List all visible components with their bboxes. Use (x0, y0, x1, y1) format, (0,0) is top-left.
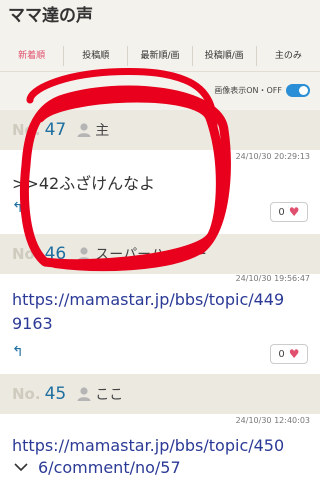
chevron-down-icon[interactable] (14, 462, 28, 472)
app-header: ママ達の声 (0, 0, 320, 36)
post-body: 24/10/30 20:29:13 >>42ふざけんなよ ↰ 0 ♥ (0, 150, 320, 234)
post-link-line-1[interactable]: https://mamastar.jp/bbs/topic/450 (12, 434, 284, 458)
post-header: No. 45 ここ (0, 374, 320, 414)
like-button[interactable]: 0 ♥ (270, 202, 308, 222)
tab-newest-images[interactable]: 最新順/画 (128, 45, 193, 66)
tab-owner-only[interactable]: 主のみ (257, 46, 320, 66)
heart-icon: ♥ (288, 205, 300, 219)
post-user-name: 主 (95, 123, 110, 139)
post-user-name: スーパーハッカー (95, 247, 207, 263)
post-header: No. 46 スーパーハッカー (0, 234, 320, 274)
post-link-line-2[interactable]: 9163 (12, 312, 53, 336)
reply-icon[interactable]: ↰ (12, 200, 24, 216)
post-link-line-1[interactable]: https://mamastar.jp/bbs/topic/449 (12, 288, 284, 312)
like-button[interactable]: 0 ♥ (270, 344, 308, 364)
post-no-label: No. (12, 385, 41, 403)
post-body: 24/10/30 12:40:03 https://mamastar.jp/bb… (0, 414, 320, 496)
like-count: 0 (278, 348, 285, 360)
post-timestamp: 24/10/30 19:56:47 (235, 274, 310, 283)
user-icon (77, 247, 91, 261)
like-count: 0 (278, 206, 285, 218)
post-no-label: No. (12, 121, 41, 139)
tab-posted-order[interactable]: 投稿順 (64, 45, 129, 66)
image-toggle-label: 画像表示ON・OFF (214, 85, 282, 95)
post-body: 24/10/30 19:56:47 https://mamastar.jp/bb… (0, 274, 320, 374)
post-timestamp: 24/10/30 20:29:13 (235, 152, 310, 161)
image-toggle-switch[interactable] (286, 83, 310, 97)
tab-posted-images[interactable]: 投稿順/画 (193, 45, 257, 66)
post-link-line-2[interactable]: 6/comment/no/57 (38, 456, 181, 480)
heart-icon: ♥ (288, 347, 300, 361)
post-no-label: No. (12, 245, 41, 263)
user-icon (77, 387, 91, 401)
sort-tabs: 新着順 投稿順 最新順/画 投稿順/画 主のみ (0, 40, 320, 72)
user-icon (77, 123, 91, 137)
image-toggle-row: 画像表示ON・OFF (214, 82, 310, 98)
post-header: No. 47 主 (0, 110, 320, 150)
post-number[interactable]: 46 (45, 244, 67, 264)
post-number[interactable]: 47 (45, 120, 67, 140)
post-content: >>42ふざけんなよ (12, 174, 156, 193)
post-number[interactable]: 45 (45, 384, 67, 404)
post-user-name: ここ (95, 387, 124, 403)
page-title: ママ達の声 (8, 6, 93, 26)
post-timestamp: 24/10/30 12:40:03 (235, 416, 310, 425)
reply-icon[interactable]: ↰ (12, 344, 24, 360)
tab-newest[interactable]: 新着順 (0, 45, 65, 66)
